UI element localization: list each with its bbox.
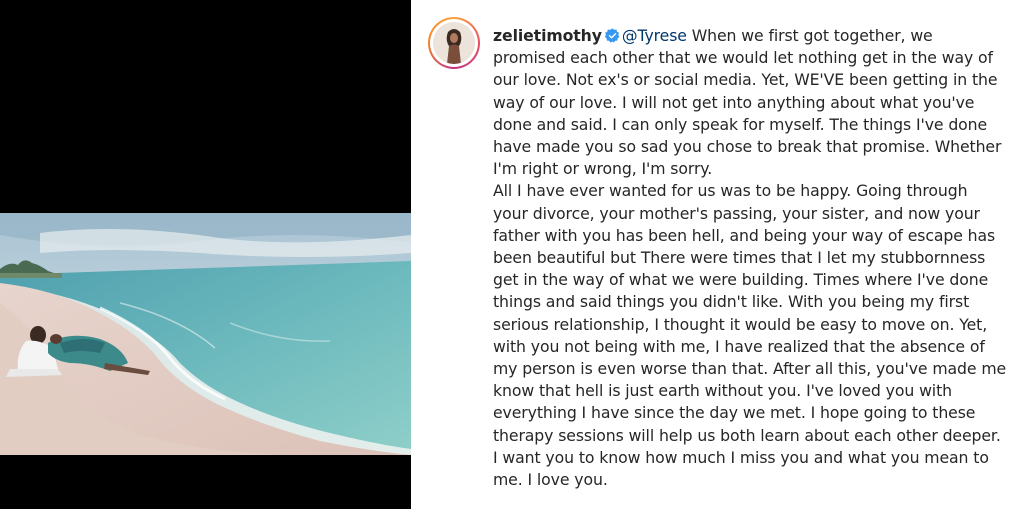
caption-line: things and said things you didn't like. …: [493, 292, 970, 312]
caption-line: my person is even worse than that. After…: [493, 359, 1007, 379]
post-photo-beach-couple[interactable]: [0, 213, 411, 455]
mention-link[interactable]: @Tyrese: [622, 26, 687, 45]
caption-line: get in the way of what we were building.…: [493, 270, 989, 290]
caption-line: know that hell is just earth without you…: [493, 381, 952, 401]
caption-line: everything I have since the day we met. …: [493, 403, 976, 423]
username-link[interactable]: zelietimothy: [493, 26, 602, 45]
caption-line: father with you has been hell, and being…: [493, 225, 996, 245]
caption-line: have made you so sad you chose to break …: [493, 137, 1002, 157]
caption-line: I'm right or wrong, I'm sorry.: [493, 159, 713, 179]
caption-line: All I have ever wanted for us was to be …: [493, 181, 968, 201]
avatar-border: [430, 19, 478, 67]
caption-text: When we first got together, we: [691, 26, 933, 45]
caption-line: way of our love. I will not get into any…: [493, 92, 975, 112]
post-media-pane: [0, 0, 411, 509]
caption-line: been beautiful but There were times that…: [493, 248, 986, 268]
avatar[interactable]: [428, 17, 480, 69]
caption-line: therapy sessions will help us both learn…: [493, 425, 1001, 445]
verified-badge-icon: [604, 28, 620, 43]
post-caption-pane: zelietimothy @Tyrese When we first got to…: [411, 0, 1024, 509]
caption-line: I want you to know how much I miss you a…: [493, 447, 989, 467]
caption-line: promised each other that we would let no…: [493, 48, 993, 68]
caption-line: with you not being with me, I have reali…: [493, 336, 985, 356]
post-caption: zelietimothy @Tyrese When we first got to…: [493, 25, 1013, 491]
profile-avatar-image: [433, 22, 475, 64]
caption-line: done and said. I can only speak for myse…: [493, 114, 988, 134]
caption-line: me. I love you.: [493, 470, 608, 490]
caption-line: serious relationship, I thought it would…: [493, 314, 988, 334]
caption-line: zelietimothy @Tyrese When we first got to…: [493, 25, 1013, 47]
caption-line: your divorce, your mother's passing, you…: [493, 203, 980, 223]
caption-line: our love. Not ex's or social media. Yet,…: [493, 70, 998, 90]
